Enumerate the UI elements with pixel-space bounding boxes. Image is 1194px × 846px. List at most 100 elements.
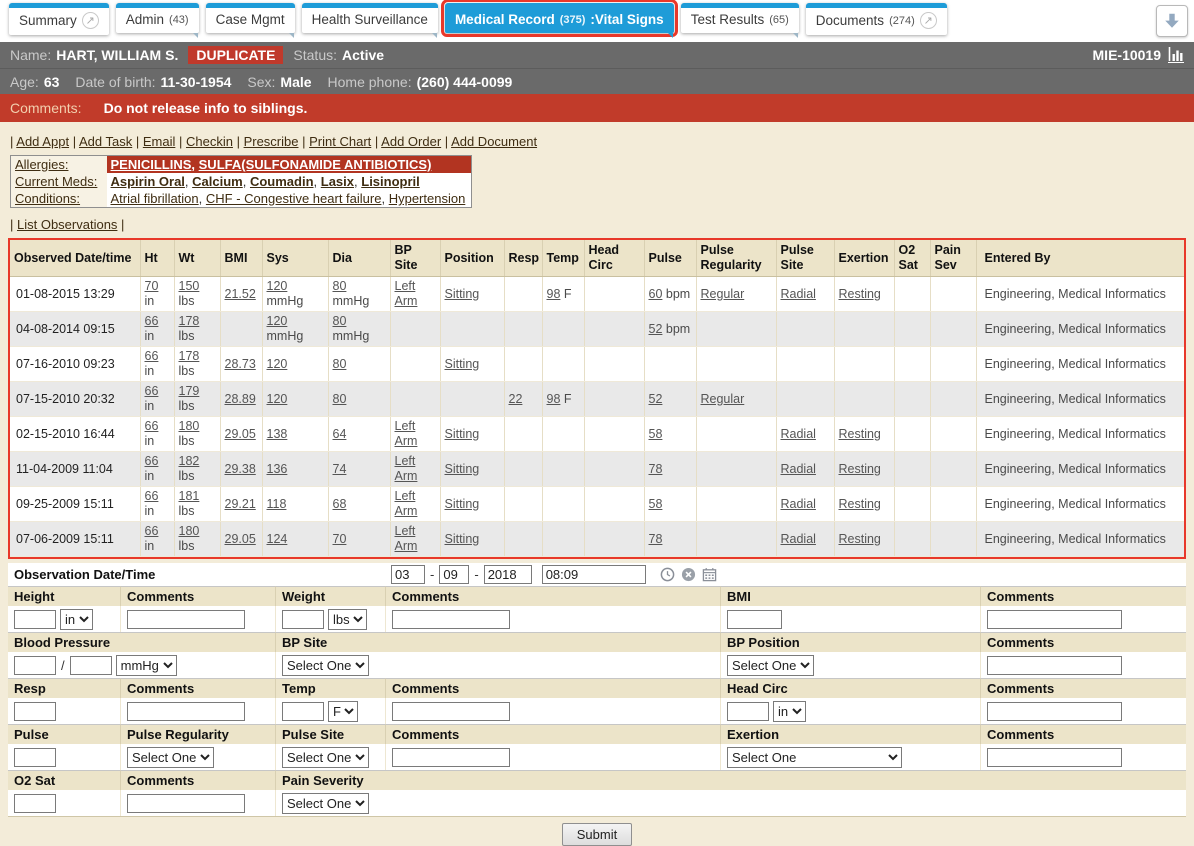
action-add-document[interactable]: Add Document	[451, 134, 537, 149]
obs-dia-link[interactable]: 80	[333, 392, 347, 406]
obs-pulse-link[interactable]: 58	[649, 427, 663, 441]
resp-comments-input[interactable]	[127, 702, 245, 721]
bp-comments-input[interactable]	[987, 656, 1122, 675]
weight-input[interactable]	[282, 610, 324, 629]
pain-severity-select[interactable]: Select One	[282, 793, 369, 814]
obs-ht-link[interactable]: 66	[145, 489, 159, 503]
o2-sat-input[interactable]	[14, 794, 56, 813]
height-input[interactable]	[14, 610, 56, 629]
obs-ht-link[interactable]: 70	[145, 279, 159, 293]
obs-ht-link[interactable]: 66	[145, 524, 159, 538]
bp-systolic-input[interactable]	[14, 656, 56, 675]
obs-wt-link[interactable]: 178	[179, 349, 200, 363]
action-checkin[interactable]: Checkin	[186, 134, 233, 149]
pulse-input[interactable]	[14, 748, 56, 767]
action-add-appt[interactable]: Add Appt	[16, 134, 69, 149]
tab-admin[interactable]: Admin (43)	[116, 3, 199, 33]
obs-wt-link[interactable]: 180	[179, 524, 200, 538]
obs-exert-link[interactable]: Resting	[839, 462, 881, 476]
open-in-new-icon[interactable]: ↗	[82, 12, 99, 29]
head-circ-input[interactable]	[727, 702, 769, 721]
tab-summary[interactable]: Summary ↗	[9, 3, 109, 35]
action-add-order[interactable]: Add Order	[381, 134, 441, 149]
obs-bmi-link[interactable]: 29.05	[225, 532, 256, 546]
bar-chart-icon[interactable]	[1168, 47, 1184, 63]
obs-pulse-link[interactable]: 78	[649, 462, 663, 476]
obs-exert-link[interactable]: Resting	[839, 287, 881, 301]
bp-site-select[interactable]: Select One	[282, 655, 369, 676]
tab-medical-record[interactable]: Medical Record (375) :Vital Signs	[445, 3, 674, 33]
obs-pulse-link[interactable]: 78	[649, 532, 663, 546]
obs-pulse-link[interactable]: 52	[649, 322, 663, 336]
obs-pos-link[interactable]: Sitting	[445, 287, 480, 301]
action-add-task[interactable]: Add Task	[79, 134, 132, 149]
obs-wt-link[interactable]: 150	[179, 279, 200, 293]
bmi-comments-input[interactable]	[987, 610, 1122, 629]
obs-ht-link[interactable]: 66	[145, 384, 159, 398]
height-comments-input[interactable]	[127, 610, 245, 629]
pulse-comments-input[interactable]	[392, 748, 510, 767]
allergy-link[interactable]: SULFA(SULFONAMIDE ANTIBIOTICS)	[199, 157, 432, 172]
temp-input[interactable]	[282, 702, 324, 721]
obs-bps-link[interactable]: Left Arm	[395, 279, 418, 308]
action-email[interactable]: Email	[143, 134, 176, 149]
obs-sys-link[interactable]: 120	[267, 314, 288, 328]
bp-diastolic-input[interactable]	[70, 656, 112, 675]
obs-bps-link[interactable]: Left Arm	[395, 524, 418, 553]
pulse-site-select[interactable]: Select One	[282, 747, 369, 768]
obs-date-month-input[interactable]	[391, 565, 425, 584]
clear-icon[interactable]	[681, 567, 696, 582]
obs-pos-link[interactable]: Sitting	[445, 427, 480, 441]
list-observations-link[interactable]: List Observations	[17, 217, 117, 232]
obs-dia-link[interactable]: 68	[333, 497, 347, 511]
bp-position-select[interactable]: Select One	[727, 655, 814, 676]
obs-bmi-link[interactable]: 29.05	[225, 427, 256, 441]
obs-dia-link[interactable]: 64	[333, 427, 347, 441]
obs-dia-link[interactable]: 80	[333, 314, 347, 328]
obs-dia-link[interactable]: 80	[333, 357, 347, 371]
obs-bmi-link[interactable]: 21.52	[225, 287, 256, 301]
temp-unit-select[interactable]: F	[328, 701, 358, 722]
med-link[interactable]: Lisinopril	[361, 174, 420, 189]
obs-bmi-link[interactable]: 29.38	[225, 462, 256, 476]
obs-psite-link[interactable]: Radial	[781, 287, 816, 301]
open-in-new-icon[interactable]: ↗	[920, 12, 937, 29]
obs-wt-link[interactable]: 179	[179, 384, 200, 398]
exertion-comments-input[interactable]	[987, 748, 1122, 767]
tab-case-mgmt[interactable]: Case Mgmt	[206, 3, 295, 33]
submit-button[interactable]: Submit	[562, 823, 632, 846]
obs-wt-link[interactable]: 182	[179, 454, 200, 468]
obs-ht-link[interactable]: 66	[145, 314, 159, 328]
condition-link[interactable]: Hypertension	[389, 191, 466, 206]
med-link[interactable]: Coumadin	[250, 174, 314, 189]
condition-link[interactable]: CHF - Congestive heart failure	[206, 191, 382, 206]
obs-sys-link[interactable]: 124	[267, 532, 288, 546]
obs-pos-link[interactable]: Sitting	[445, 532, 480, 546]
obs-temp-link[interactable]: 98	[547, 287, 561, 301]
bp-unit-select[interactable]: mmHg	[116, 655, 177, 676]
obs-ht-link[interactable]: 66	[145, 454, 159, 468]
temp-comments-input[interactable]	[392, 702, 510, 721]
obs-bmi-link[interactable]: 29.21	[225, 497, 256, 511]
med-link[interactable]: Lasix	[321, 174, 354, 189]
head-circ-unit-select[interactable]: in	[773, 701, 806, 722]
current-meds-link[interactable]: Current Meds:	[15, 174, 97, 189]
obs-pulse-link[interactable]: 58	[649, 497, 663, 511]
obs-preg-link[interactable]: Regular	[701, 392, 745, 406]
obs-dia-link[interactable]: 80	[333, 279, 347, 293]
tab-health-surveillance[interactable]: Health Surveillance	[302, 3, 438, 33]
obs-psite-link[interactable]: Radial	[781, 427, 816, 441]
weight-comments-input[interactable]	[392, 610, 510, 629]
obs-psite-link[interactable]: Radial	[781, 462, 816, 476]
obs-pulse-link[interactable]: 60	[649, 287, 663, 301]
obs-wt-link[interactable]: 178	[179, 314, 200, 328]
tab-documents[interactable]: Documents (274) ↗	[806, 3, 947, 35]
conditions-link[interactable]: Conditions:	[15, 191, 80, 206]
tab-test-results[interactable]: Test Results (65)	[681, 3, 799, 33]
obs-exert-link[interactable]: Resting	[839, 497, 881, 511]
obs-sys-link[interactable]: 120	[267, 279, 288, 293]
clock-icon[interactable]	[660, 567, 675, 582]
obs-bmi-link[interactable]: 28.73	[225, 357, 256, 371]
condition-link[interactable]: Atrial fibrillation	[111, 191, 199, 206]
obs-pulse-link[interactable]: 52	[649, 392, 663, 406]
